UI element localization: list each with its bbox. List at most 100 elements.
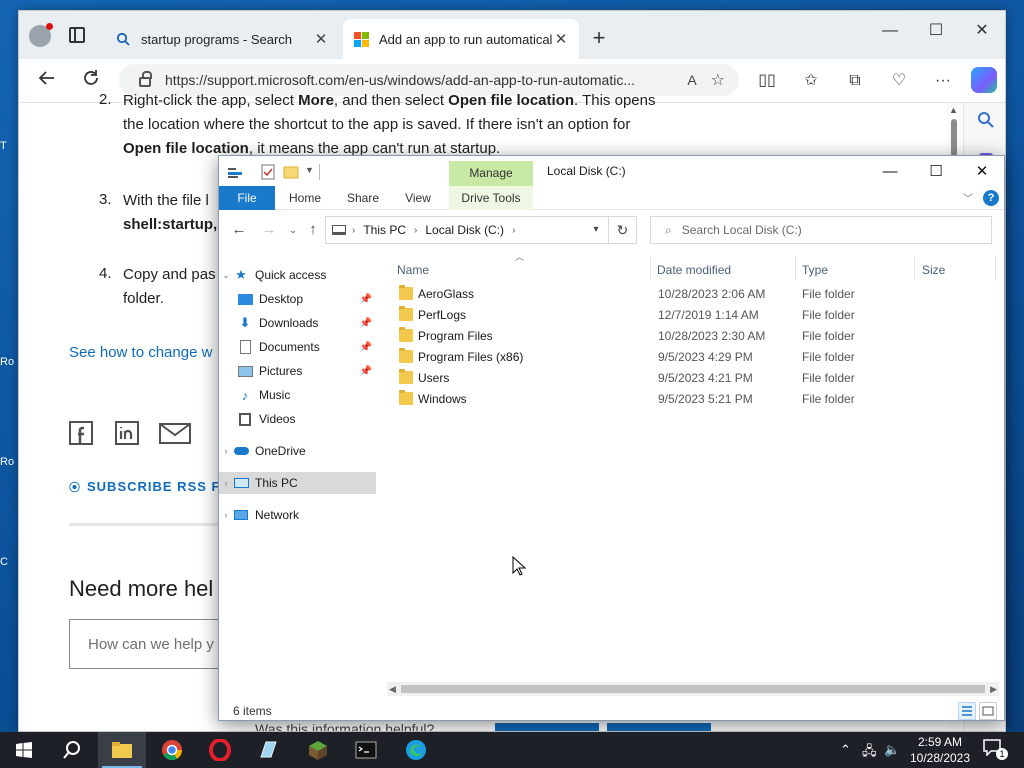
file-row[interactable]: Windows 9/5/2023 5:21 PM File folder	[387, 389, 1004, 410]
minimize-button[interactable]: —	[867, 15, 913, 47]
help-icon[interactable]: ?	[983, 190, 999, 206]
details-view-icon[interactable]	[958, 702, 976, 720]
expand-icon[interactable]: ›	[219, 478, 233, 488]
taskbar-edge[interactable]	[392, 732, 440, 768]
see-how-link[interactable]: See how to change w	[69, 341, 212, 365]
file-row[interactable]: AeroGlass 10/28/2023 2:06 AM File folder	[387, 284, 1004, 305]
maximize-button[interactable]: ☐	[913, 15, 959, 47]
ribbon-tab-share[interactable]: Share	[339, 186, 387, 210]
column-header-size[interactable]: Size	[922, 260, 945, 280]
taskbar-opera[interactable]	[196, 732, 244, 768]
start-button[interactable]	[0, 732, 48, 768]
explorer-close-button[interactable]: ✕	[959, 158, 1004, 186]
ribbon-tab-file[interactable]: File	[219, 186, 275, 210]
profile-avatar[interactable]	[29, 23, 53, 47]
file-row[interactable]: Program Files 10/28/2023 2:30 AM File fo…	[387, 326, 1004, 347]
browser-essentials-icon[interactable]: ♡	[887, 69, 911, 93]
explorer-minimize-button[interactable]: —	[867, 158, 913, 186]
back-button[interactable]	[33, 67, 61, 95]
scroll-right-icon[interactable]: ▶	[990, 682, 997, 696]
nav-documents[interactable]: Documents 📌	[219, 336, 376, 358]
ribbon-tab-drive-tools[interactable]: Drive Tools	[449, 186, 533, 210]
copilot-icon[interactable]	[971, 67, 997, 93]
large-icons-view-icon[interactable]	[979, 702, 997, 720]
taskbar-minecraft[interactable]	[294, 732, 342, 768]
column-separator[interactable]	[914, 256, 915, 280]
favorite-star-icon[interactable]: ☆	[711, 70, 725, 90]
ribbon-tab-home[interactable]: Home	[281, 186, 329, 210]
address-dropdown-icon[interactable]: ▾	[584, 217, 608, 243]
read-aloud-icon[interactable]: A	[687, 72, 696, 88]
taskbar-app-glass[interactable]	[244, 732, 292, 768]
close-tab-icon[interactable]: ✕	[313, 30, 329, 48]
nav-quick-access[interactable]: ⌄ ★ Quick access	[219, 264, 376, 286]
up-folder-button[interactable]: ↑	[303, 221, 323, 239]
column-header-name[interactable]: Name	[397, 260, 429, 280]
breadcrumb-local-disk[interactable]: Local Disk (C:)	[425, 223, 504, 237]
sidebar-search-icon[interactable]	[977, 111, 995, 129]
system-clock[interactable]: 2:59 AM 10/28/2023	[904, 734, 976, 766]
file-row[interactable]: PerfLogs 12/7/2019 1:14 AM File folder	[387, 305, 1004, 326]
taskbar-chrome[interactable]	[148, 732, 196, 768]
column-separator[interactable]	[995, 256, 996, 280]
volume-muted-icon[interactable]: 🔈	[884, 742, 900, 758]
recent-locations-icon[interactable]: ⌄	[283, 221, 303, 239]
close-window-button[interactable]: ✕	[959, 15, 1005, 47]
feedback-no-button[interactable]	[607, 723, 711, 731]
ribbon-tab-view[interactable]: View	[395, 186, 441, 210]
tab-search[interactable]: startup programs - Search ✕	[105, 19, 339, 59]
nav-network[interactable]: › Network	[219, 504, 376, 526]
facebook-icon[interactable]	[69, 421, 93, 445]
close-tab-icon[interactable]: ✕	[553, 30, 569, 48]
split-screen-icon[interactable]: ▯▯	[755, 69, 779, 93]
breadcrumb[interactable]: › This PC › Local Disk (C:) › ▾	[325, 216, 609, 244]
nav-music[interactable]: ♪ Music	[219, 384, 376, 406]
collections-icon[interactable]: ⧉	[843, 69, 867, 93]
explorer-refresh-button[interactable]: ↻	[609, 216, 637, 244]
properties-icon[interactable]	[261, 164, 275, 180]
linkedin-icon[interactable]	[115, 421, 139, 445]
explorer-forward-button[interactable]: →	[259, 221, 279, 239]
tab-actions-icon[interactable]	[69, 27, 85, 43]
scroll-up-icon[interactable]: ▲	[949, 105, 958, 115]
file-row[interactable]: Program Files (x86) 9/5/2023 4:29 PM Fil…	[387, 347, 1004, 368]
column-header-date[interactable]: Date modified	[657, 260, 731, 280]
nav-desktop[interactable]: Desktop 📌	[219, 288, 376, 310]
expand-icon[interactable]: ›	[219, 446, 233, 456]
help-search-input[interactable]: How can we help y	[69, 619, 239, 669]
favorites-icon[interactable]: ✩	[799, 69, 823, 93]
new-folder-icon[interactable]	[283, 164, 299, 180]
column-header-type[interactable]: Type	[802, 260, 828, 280]
qat-dropdown-icon[interactable]: ▼	[305, 165, 314, 181]
new-tab-button[interactable]: +	[585, 25, 613, 53]
column-separator[interactable]	[795, 256, 796, 280]
tab-article[interactable]: Add an app to run automatically ✕	[343, 19, 579, 59]
explorer-back-button[interactable]: ←	[229, 221, 249, 239]
taskbar-file-explorer[interactable]	[98, 732, 146, 768]
explorer-search-input[interactable]: ⌕ Search Local Disk (C:)	[650, 216, 992, 244]
nav-videos[interactable]: Videos	[219, 408, 376, 430]
column-separator[interactable]	[650, 256, 651, 280]
horizontal-scrollbar[interactable]: ◀ ▶	[387, 682, 999, 696]
show-hidden-icons[interactable]: ⌃	[840, 742, 851, 758]
subscribe-rss-link[interactable]: ⦿ SUBSCRIBE RSS FEE	[69, 475, 240, 500]
taskbar-search-button[interactable]	[48, 732, 96, 768]
manage-tab[interactable]: Manage	[449, 161, 533, 186]
taskbar-terminal[interactable]	[342, 732, 390, 768]
network-status-icon[interactable]: 🖧	[862, 742, 877, 764]
nav-pictures[interactable]: Pictures 📌	[219, 360, 376, 382]
file-row[interactable]: Users 9/5/2023 4:21 PM File folder	[387, 368, 1004, 389]
more-menu-icon[interactable]: ···	[931, 69, 955, 93]
collapse-icon[interactable]: ⌄	[219, 270, 233, 281]
expand-ribbon-icon[interactable]: ﹀	[963, 190, 973, 205]
nav-downloads[interactable]: ⬇ Downloads 📌	[219, 312, 376, 334]
expand-icon[interactable]: ›	[219, 510, 233, 520]
nav-this-pc[interactable]: › This PC	[219, 472, 376, 494]
breadcrumb-this-pc[interactable]: This PC	[363, 223, 406, 237]
notification-center-button[interactable]: 1	[982, 738, 1008, 762]
scroll-left-icon[interactable]: ◀	[389, 682, 396, 696]
nav-onedrive[interactable]: › OneDrive	[219, 440, 376, 462]
email-icon[interactable]	[159, 421, 191, 445]
explorer-maximize-button[interactable]: ☐	[913, 158, 959, 186]
horizontal-scroll-thumb[interactable]	[401, 685, 985, 693]
